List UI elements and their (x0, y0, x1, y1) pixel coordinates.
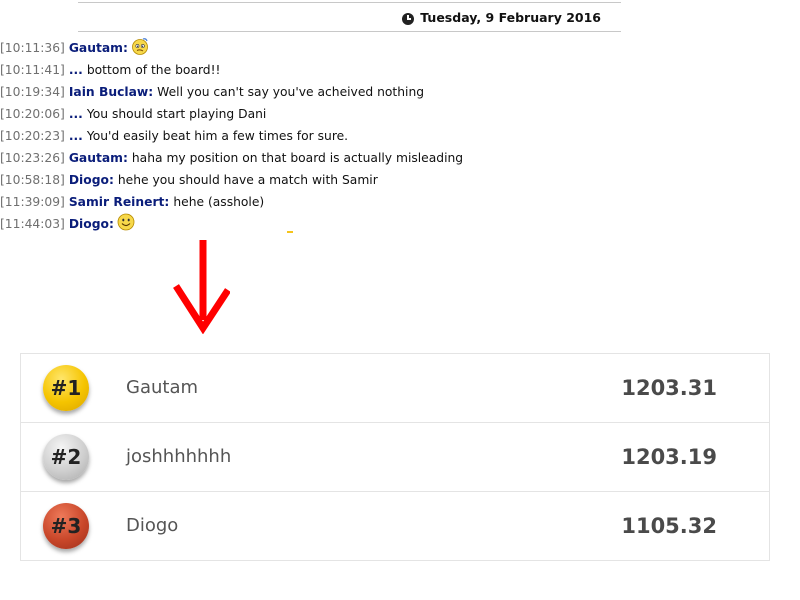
message-author[interactable]: Samir Reinert: (69, 191, 170, 213)
message-author[interactable]: Iain Buclaw: (69, 81, 153, 103)
message-author[interactable]: Gautam: (69, 147, 128, 169)
message-text: bottom of the board!! (86, 63, 221, 77)
chat-log: Tuesday, 9 February 2016 [10:11:36] Gaut… (0, 0, 800, 240)
cursor-mark (287, 231, 293, 233)
chat-message: [11:39:09] Samir Reinert: hehe (asshole) (0, 191, 463, 213)
leaderboard-row[interactable]: #3 Diogo 1105.32 (21, 492, 769, 560)
message-text: Well you can't say you've acheived nothi… (157, 85, 425, 99)
message-timestamp: [10:11:36] (0, 41, 65, 55)
message-timestamp: [10:19:34] (0, 85, 65, 99)
chat-message: [10:20:06] ... You should start playing … (0, 103, 463, 125)
rank-label: #3 (50, 514, 82, 538)
message-timestamp: [10:23:26] (0, 151, 65, 165)
date-header: Tuesday, 9 February 2016 (78, 2, 621, 32)
message-text: hehe (asshole) (173, 195, 265, 209)
chat-message: [10:20:23] ... You'd easily beat him a f… (0, 125, 463, 147)
message-author[interactable]: Gautam: (69, 37, 128, 59)
message-timestamp: [10:58:18] (0, 173, 65, 187)
smiley-icon (117, 213, 135, 231)
message-text: You'd easily beat him a few times for su… (86, 129, 349, 143)
player-name: Diogo (126, 515, 179, 536)
bronze-rank-badge: #3 (43, 503, 89, 549)
rank-label: #1 (50, 376, 82, 400)
message-author: ... (68, 107, 83, 121)
chat-message: [11:44:03] Diogo: (0, 213, 463, 235)
rank-label: #2 (50, 445, 82, 469)
silver-rank-badge: #2 (43, 434, 89, 480)
leaderboard-row[interactable]: #2 joshhhhhhh 1203.19 (21, 423, 769, 492)
player-name: Gautam (126, 377, 199, 398)
message-text: haha my position on that board is actual… (131, 151, 464, 165)
date-label: Tuesday, 9 February 2016 (420, 10, 601, 25)
leaderboard-row[interactable]: #1 Gautam 1203.31 (21, 354, 769, 423)
player-score: 1203.31 (621, 376, 717, 400)
chat-message: [10:58:18] Diogo: hehe you should have a… (0, 169, 463, 191)
message-author: ... (68, 63, 83, 77)
message-author[interactable]: Diogo: (69, 213, 114, 235)
down-arrow-icon (173, 240, 230, 334)
chat-message: [10:19:34] Iain Buclaw: Well you can't s… (0, 81, 463, 103)
message-author: ... (68, 129, 83, 143)
player-score: 1203.19 (621, 445, 717, 469)
gold-rank-badge: #1 (43, 365, 89, 411)
confused-smiley-icon (131, 37, 149, 55)
message-timestamp: [11:44:03] (0, 217, 65, 231)
message-list: [10:11:36] Gautam: [10:11:41] ... bottom… (0, 37, 463, 235)
clock-icon (402, 12, 415, 25)
message-timestamp: [10:20:06] (0, 107, 65, 121)
message-timestamp: [10:20:23] (0, 129, 65, 143)
player-name: joshhhhhhh (126, 446, 232, 467)
message-author[interactable]: Diogo: (69, 169, 114, 191)
message-timestamp: [11:39:09] (0, 195, 65, 209)
chat-message: [10:23:26] Gautam: haha my position on t… (0, 147, 463, 169)
chat-message: [10:11:41] ... bottom of the board!! (0, 59, 463, 81)
player-score: 1105.32 (621, 514, 717, 538)
message-text: You should start playing Dani (86, 107, 267, 121)
message-timestamp: [10:11:41] (0, 63, 65, 77)
message-text: hehe you should have a match with Samir (117, 173, 378, 187)
chat-message: [10:11:36] Gautam: (0, 37, 463, 59)
leaderboard: #1 Gautam 1203.31 #2 joshhhhhhh 1203.19 … (20, 353, 770, 561)
